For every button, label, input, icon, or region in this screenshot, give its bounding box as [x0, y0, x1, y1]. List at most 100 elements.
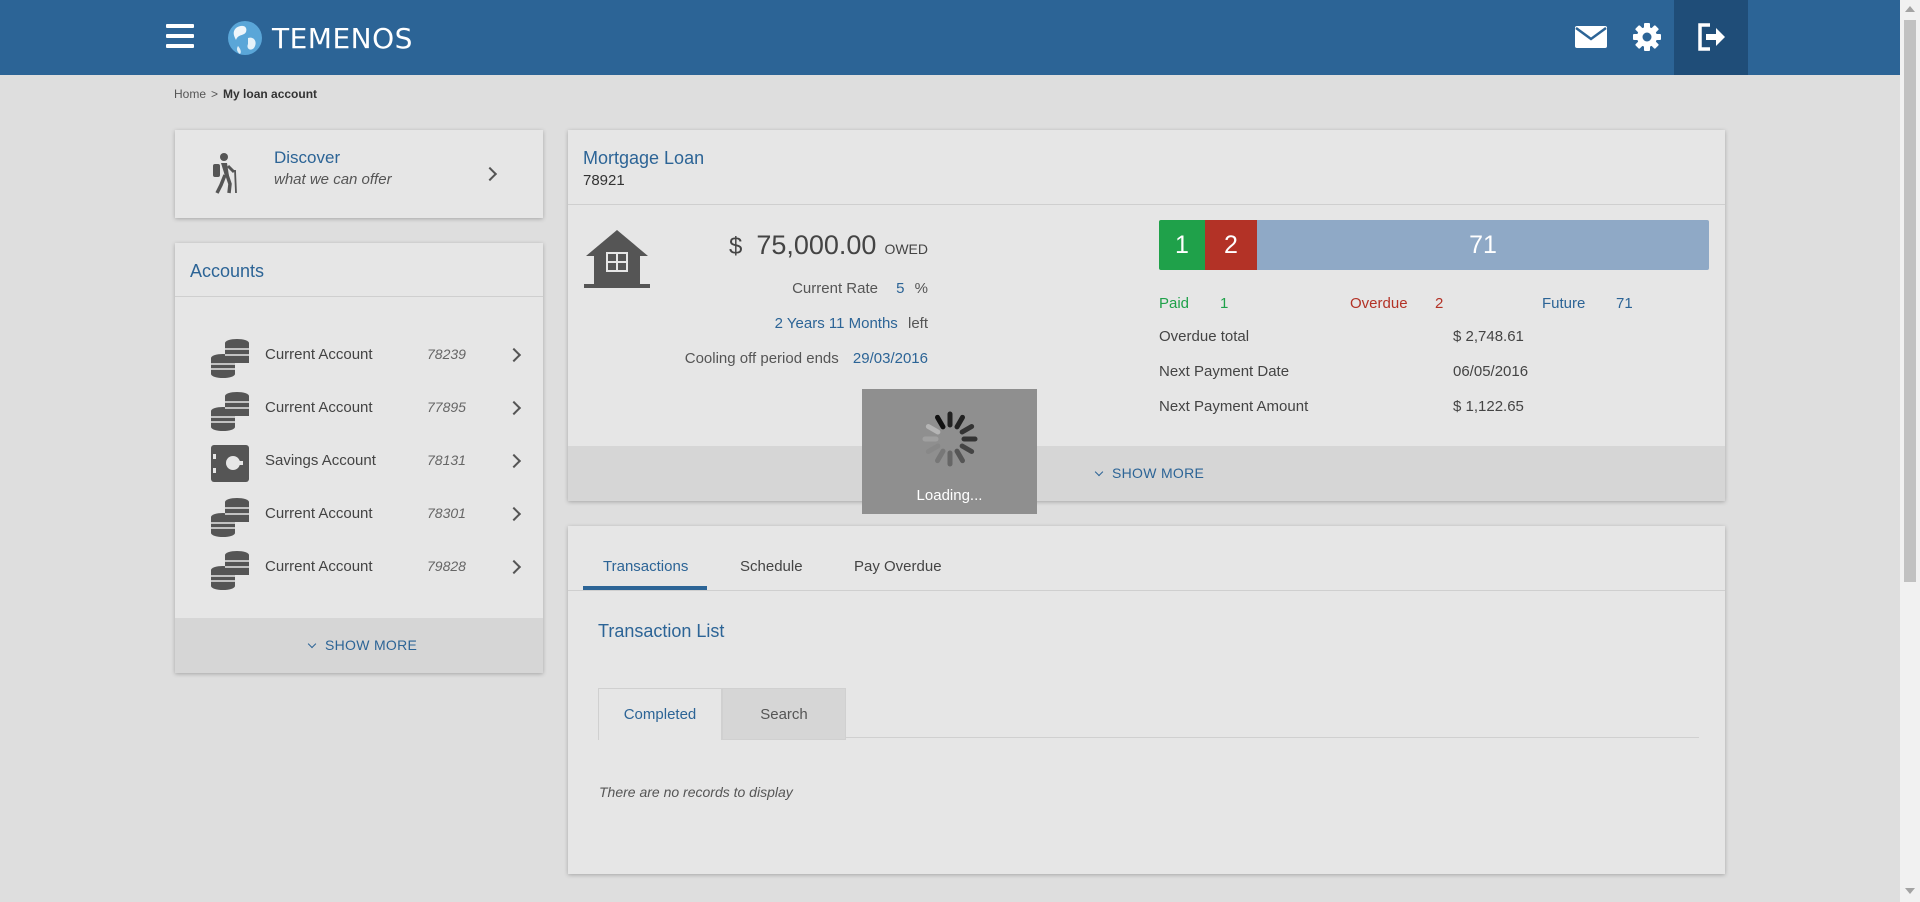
show-more-label: SHOW MORE	[325, 637, 418, 653]
rate-unit: %	[914, 280, 928, 297]
spinner-icon	[922, 411, 978, 467]
current-rate-row: Current Rate 5 %	[792, 280, 928, 297]
chevron-down-icon	[1094, 467, 1104, 477]
mortgage-loan-card: Mortgage Loan 78921 $75,000.00 OWED Curre…	[568, 130, 1725, 501]
divider	[568, 590, 1725, 591]
scroll-thumb[interactable]	[1904, 20, 1916, 582]
scroll-down-arrow-icon[interactable]	[1905, 888, 1915, 894]
future-stat-value: 71	[1616, 295, 1633, 312]
chevron-down-icon	[307, 639, 317, 649]
account-number: 78239	[427, 346, 466, 362]
rate-label: Current Rate	[792, 280, 878, 297]
loading-overlay: Loading...	[862, 389, 1037, 514]
breadcrumb-current: My loan account	[223, 87, 318, 101]
show-more-label: SHOW MORE	[1112, 465, 1205, 481]
transaction-list-title: Transaction List	[598, 621, 725, 641]
account-row[interactable]: Current Account 77895	[175, 383, 543, 433]
hiker-icon	[213, 153, 237, 194]
next-payment-date-value: 06/05/2016	[1453, 363, 1529, 380]
discover-title: Discover	[274, 148, 341, 167]
temenos-logo[interactable]: TEMENOS	[226, 18, 413, 58]
logout-button[interactable]	[1674, 0, 1748, 75]
loading-text: Loading...	[916, 487, 983, 504]
overdue-total-label: Overdue total	[1159, 328, 1250, 345]
chevron-right-icon	[506, 559, 522, 575]
globe-icon	[228, 21, 262, 55]
logout-icon	[1698, 23, 1725, 51]
chevron-right-icon	[506, 400, 522, 416]
owed-amount: $75,000.00 OWED	[729, 230, 928, 261]
divider	[175, 296, 543, 297]
loan-show-more-button[interactable]: SHOW MORE	[568, 446, 1725, 501]
coins-stack-icon	[211, 339, 249, 378]
cooling-off-row: Cooling off period ends 29/03/2016	[685, 350, 928, 367]
account-row[interactable]: Current Account 78301	[175, 489, 543, 539]
accounts-card: Accounts Current Account 78239 Current A…	[175, 243, 543, 673]
account-name: Current Account	[265, 346, 373, 363]
paid-stat-value: 1	[1220, 295, 1229, 312]
term-value: 2 Years 11 Months	[774, 315, 898, 332]
tab-schedule[interactable]: Schedule	[740, 558, 803, 575]
coins-stack-icon	[211, 392, 249, 431]
account-name: Current Account	[265, 505, 373, 522]
accounts-show-more-button[interactable]: SHOW MORE	[175, 618, 543, 673]
tab-transactions[interactable]: Transactions	[603, 558, 688, 575]
brand-name: TEMENOS	[272, 21, 413, 55]
account-row[interactable]: Savings Account 78131	[175, 436, 543, 486]
term-left-row: 2 Years 11 Months left	[775, 315, 928, 332]
account-number: 78131	[427, 452, 466, 468]
breadcrumb: Home > My loan account	[174, 87, 317, 101]
overdue-stat-value: 2	[1435, 295, 1444, 312]
overdue-total-value: $ 2,748.61	[1453, 328, 1524, 345]
coins-stack-icon	[211, 498, 249, 537]
overdue-segment: 2	[1205, 220, 1257, 270]
breadcrumb-separator: >	[211, 87, 219, 101]
divider	[846, 737, 1699, 738]
cooling-label: Cooling off period ends	[684, 350, 839, 367]
hamburger-menu-icon[interactable]	[166, 24, 194, 50]
account-name: Current Account	[265, 558, 373, 575]
page-scrollbar[interactable]	[1900, 0, 1920, 902]
overdue-stat-label: Overdue	[1350, 295, 1408, 312]
loan-title: Mortgage Loan	[583, 148, 705, 168]
tab-pay-overdue[interactable]: Pay Overdue	[854, 558, 942, 575]
term-suffix: left	[907, 315, 928, 332]
rate-value: 5	[896, 280, 905, 297]
next-payment-amount-value: $ 1,122.65	[1453, 398, 1524, 415]
breadcrumb-home-link[interactable]: Home	[174, 87, 206, 101]
payment-progress-bar: 1 2 71	[1159, 220, 1709, 270]
account-name: Current Account	[265, 399, 373, 416]
account-row[interactable]: Current Account 78239	[175, 330, 543, 380]
future-stat-label: Future	[1542, 295, 1586, 312]
chevron-right-icon	[506, 347, 522, 363]
empty-records-message: There are no records to display	[599, 784, 793, 800]
loan-number: 78921	[583, 172, 625, 189]
discover-card[interactable]: Discover what we can offer	[175, 130, 543, 218]
safe-icon	[211, 445, 249, 482]
mail-icon[interactable]	[1574, 22, 1608, 52]
subtab-completed[interactable]: Completed	[598, 688, 722, 740]
paid-stat-label: Paid	[1159, 295, 1190, 312]
scroll-up-arrow-icon[interactable]	[1905, 6, 1915, 12]
discover-subtitle: what we can offer	[274, 171, 392, 188]
currency-symbol: $	[728, 233, 743, 260]
paid-segment: 1	[1159, 220, 1205, 270]
chevron-right-icon	[506, 453, 522, 469]
account-number: 79828	[427, 558, 466, 574]
top-header: TEMENOS	[0, 0, 1900, 75]
cooling-value: 29/03/2016	[852, 350, 928, 367]
account-number: 77895	[427, 399, 466, 415]
next-payment-date-label: Next Payment Date	[1159, 363, 1290, 380]
account-number: 78301	[427, 505, 466, 521]
chevron-right-icon	[482, 166, 498, 182]
transactions-card: Transactions Schedule Pay Overdue Transa…	[568, 526, 1725, 874]
subtab-search[interactable]: Search	[722, 688, 846, 740]
future-segment: 71	[1257, 220, 1709, 270]
owed-value: 75,000.00	[756, 230, 877, 260]
gear-icon[interactable]	[1630, 22, 1664, 52]
chevron-right-icon	[506, 506, 522, 522]
accounts-title: Accounts	[190, 261, 265, 281]
house-icon	[584, 230, 650, 288]
divider	[568, 204, 1725, 205]
account-row[interactable]: Current Account 79828	[175, 542, 543, 592]
